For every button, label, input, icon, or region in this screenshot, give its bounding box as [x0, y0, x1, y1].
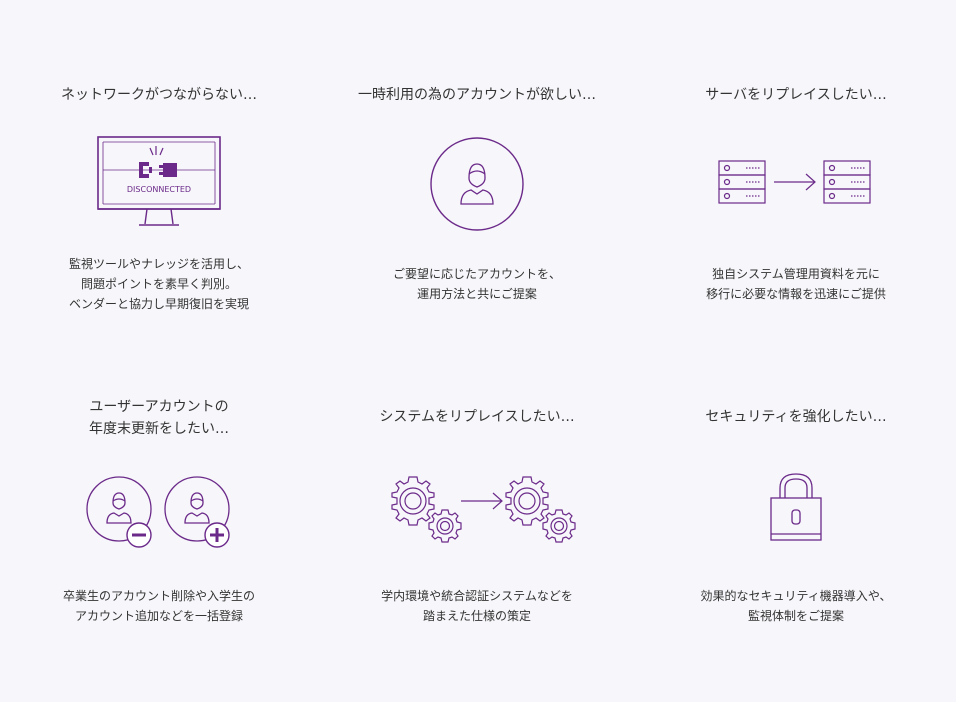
card-title-line: セキュリティを強化したい…	[705, 409, 887, 425]
user-add-remove-icon	[0, 474, 318, 550]
card-description: 卒業生のアカウント削除や入学生の アカウント追加などを一括登録	[0, 586, 318, 626]
card-title: セキュリティを強化したい…	[637, 406, 955, 428]
card-title: システムをリプレイスしたい…	[318, 406, 636, 428]
padlock-icon	[637, 472, 955, 544]
desc-line: ご要望に応じたアカウントを、	[392, 267, 561, 281]
desc-line: 移行に必要な情報を迅速にご提供	[706, 287, 886, 301]
user-account-icon	[318, 136, 636, 232]
icon-label: DISCONNECTED	[127, 185, 191, 194]
card-description: ご要望に応じたアカウントを、 運用方法と共にご提案	[318, 264, 636, 304]
desc-line: 効果的なセキュリティ機器導入や、	[700, 589, 892, 603]
desc-line: 問題ポイントを素早く判別。	[80, 277, 237, 291]
card-title: ユーザーアカウントの 年度末更新をしたい…	[0, 396, 318, 440]
card-title-line: 年度末更新をしたい…	[89, 421, 229, 437]
card-title-line: ユーザーアカウントの	[89, 399, 229, 415]
card-description: 独自システム管理用資料を元に 移行に必要な情報を迅速にご提供	[637, 264, 955, 304]
desc-line: 学内環境や統合認証システムなどを	[381, 589, 573, 603]
card-title: 一時利用の為のアカウントが欲しい…	[318, 84, 636, 106]
card-description: 監視ツールやナレッジを活用し、 問題ポイントを素早く判別。 ベンダーと協力し早期…	[0, 254, 318, 314]
card-title-line: 一時利用の為のアカウントが欲しい…	[358, 87, 596, 103]
desc-line: 監視体制をご提案	[747, 609, 844, 623]
card-description: 学内環境や統合認証システムなどを 踏まえた仕様の策定	[318, 586, 636, 626]
desc-line: 運用方法と共にご提案	[417, 287, 537, 301]
gears-replace-icon	[318, 474, 636, 546]
card-title-line: システムをリプレイスしたい…	[379, 409, 575, 425]
desc-line: 独自システム管理用資料を元に	[712, 267, 880, 281]
desc-line: アカウント追加などを一括登録	[74, 609, 243, 623]
card-description: 効果的なセキュリティ機器導入や、 監視体制をご提案	[637, 586, 955, 626]
card-title: サーバをリプレイスしたい…	[637, 84, 955, 106]
card-title: ネットワークがつながらない…	[0, 84, 318, 106]
card-title-line: サーバをリプレイスしたい…	[705, 87, 887, 103]
disconnected-monitor-icon: DISCONNECTED	[0, 136, 318, 232]
desc-line: ベンダーと協力し早期復旧を実現	[68, 297, 249, 311]
desc-line: 監視ツールやナレッジを活用し、	[68, 257, 249, 271]
card-title-line: ネットワークがつながらない…	[61, 87, 257, 103]
desc-line: 踏まえた仕様の策定	[422, 609, 531, 623]
desc-line: 卒業生のアカウント削除や入学生の	[62, 589, 255, 603]
server-replace-icon	[637, 158, 955, 210]
